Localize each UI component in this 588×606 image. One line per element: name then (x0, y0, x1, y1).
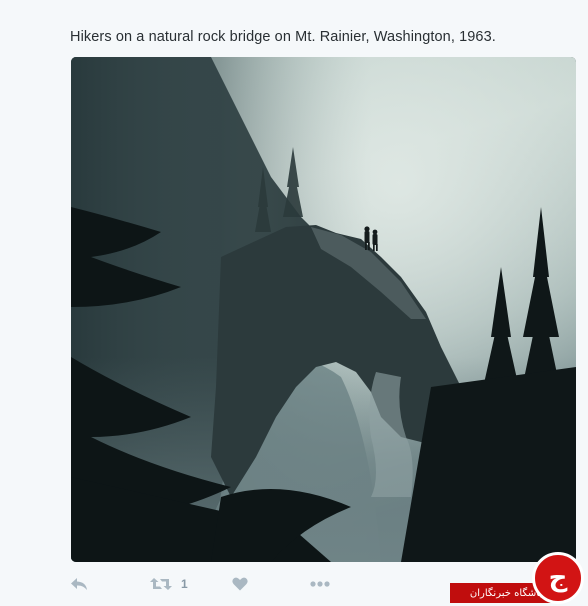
watermark-logo: ج (532, 552, 584, 604)
like-button[interactable] (232, 573, 248, 595)
retweet-button[interactable]: 1 (150, 573, 188, 595)
heart-icon (232, 577, 248, 591)
more-dots-icon (310, 581, 330, 587)
tweet-card: Hikers on a natural rock bridge on Mt. R… (0, 0, 588, 606)
reply-button[interactable] (70, 573, 88, 595)
news-agency-watermark: باشگاه خبرنگاران ج (448, 544, 588, 606)
retweet-icon (150, 577, 172, 591)
more-button[interactable] (310, 573, 330, 595)
retweet-count: 1 (181, 577, 188, 591)
tweet-text: Hikers on a natural rock bridge on Mt. R… (70, 29, 496, 45)
mountain-rock-bridge-photo (71, 57, 576, 562)
tweet-actions: 1 (70, 573, 370, 595)
reply-icon (70, 577, 88, 591)
tweet-photo[interactable] (71, 57, 576, 562)
